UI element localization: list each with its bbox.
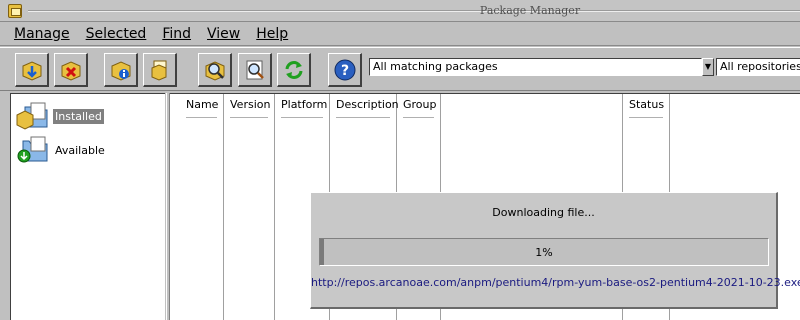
dialog-message: Downloading file... [492,206,595,219]
menu-selected-label: Selected [85,25,147,42]
column-header-description[interactable]: Description [336,98,399,118]
category-tree: Installed Available [10,93,165,320]
menu-view[interactable]: View [199,22,248,46]
info-button[interactable] [104,53,138,87]
column-header-version[interactable]: Version [230,98,270,118]
column-header-group[interactable]: Group [403,98,437,118]
menu-find-label: Find [162,25,192,42]
svg-text:?: ? [341,63,349,79]
tree-item-available[interactable]: Available [15,133,107,167]
window-title: Package Manager [479,4,581,17]
install-package-icon [22,61,42,81]
column-header-platform[interactable]: Platform [281,98,327,118]
package-filter-select[interactable]: All matching packages [369,58,702,76]
package-list-icon [151,60,167,81]
download-progress-bar: 1% [319,238,769,266]
download-progress-dialog: Downloading file... 1% http://repos.arca… [310,192,800,309]
toolbar: ? All matching packages ▼ All repositori… [0,47,800,91]
refresh-icon [285,61,303,79]
download-url: http://repos.arcanoae.com/anpm/pentium4/… [311,276,800,289]
column-name: Name [170,94,224,320]
menu-view-label: View [207,25,241,42]
package-filter-dropdown-icon[interactable]: ▼ [702,58,714,76]
tree-item-installed[interactable]: Installed [15,99,104,133]
column-header-status[interactable]: Status [629,98,664,118]
column-header-name[interactable]: Name [186,98,218,118]
install-button[interactable] [15,53,49,87]
package-info-icon [111,61,131,81]
menu-help-label: Help [256,25,289,42]
search-button[interactable] [198,53,232,87]
menu-manage[interactable]: Manage [0,22,78,46]
progress-text: 1% [535,246,553,259]
available-folder-icon [17,136,48,163]
help-icon: ? [334,59,356,81]
repository-select[interactable]: All repositories [716,58,800,76]
title-bar: Package Manager [0,0,800,22]
menu-help[interactable]: Help [248,22,296,46]
find-icon [246,60,264,80]
refresh-button[interactable] [277,53,311,87]
list-button[interactable] [143,53,177,87]
menu-bar: Manage Selected Find View Help [0,22,800,46]
menu-find[interactable]: Find [154,22,199,46]
menu-selected[interactable]: Selected [78,22,155,46]
menu-manage-label: Manage [14,25,70,42]
remove-button[interactable] [54,53,88,87]
find-button[interactable] [238,53,272,87]
remove-package-icon [61,61,81,81]
help-button[interactable]: ? [328,53,362,87]
tree-item-available-label: Available [55,143,105,157]
search-package-icon [205,61,225,81]
tree-item-installed-label: Installed [53,108,104,124]
installed-folder-icon [16,102,48,130]
column-version: Version [224,94,275,320]
